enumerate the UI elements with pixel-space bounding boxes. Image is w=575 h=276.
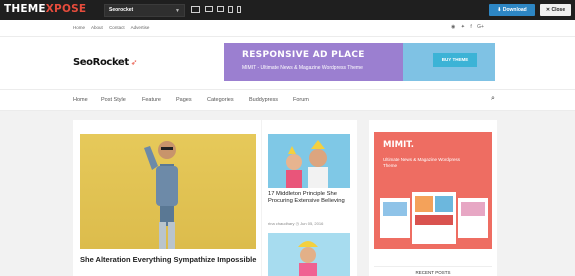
recent-posts-heading: RECENT POSTS [374, 266, 492, 276]
tablet-portrait-view-icon[interactable] [228, 6, 233, 13]
party-photo [286, 140, 328, 188]
theme-select[interactable]: Seorocket ▼ [104, 4, 185, 17]
girl-photo [298, 241, 318, 276]
rss-icon[interactable]: ◉ [451, 24, 455, 30]
themexpose-logo[interactable]: THEMEXPOSE [4, 3, 86, 15]
nav-feature[interactable]: Feature [142, 97, 161, 103]
man-photo [144, 141, 178, 249]
top-nav-links: Home About Contact Advertise [73, 25, 154, 30]
content-area: She Alteration Everything Sympathize Imp… [0, 111, 575, 276]
nav-buddypress[interactable]: Buddypress [249, 97, 278, 103]
tablet-landscape-view-icon[interactable] [217, 6, 224, 12]
site-logo[interactable]: SeoRocket ➶ [73, 57, 137, 68]
close-button[interactable]: ✕ Close [540, 4, 571, 16]
theme-screenshots-image [380, 192, 488, 244]
post-image-girl[interactable] [268, 233, 350, 276]
sidebar-ad-subtitle: Ultimate News & Magazine Wordpress Theme [383, 157, 460, 168]
download-label: Download [502, 7, 527, 13]
laptop-view-icon[interactable] [205, 6, 213, 12]
brand-part-2: XPOSE [45, 3, 87, 15]
featured-post-image[interactable] [80, 134, 256, 249]
theme-select-value: Seorocket [109, 7, 134, 13]
top-nav-advertise[interactable]: Advertise [131, 25, 150, 30]
featured-post-title[interactable]: She Alteration Everything Sympathize Imp… [80, 255, 258, 264]
social-icons: ◉ ✦ f G+ [451, 24, 488, 30]
nav-home[interactable]: Home [73, 97, 88, 103]
sidebar-ad-title: MIMIT. [383, 140, 414, 150]
site-logo-text: SeoRocket [73, 57, 129, 68]
preview-bar: THEMEXPOSE Seorocket ▼ ⬇ Download ✕ Clos… [0, 0, 575, 20]
chevron-down-icon: ▼ [175, 8, 180, 14]
google-plus-icon[interactable]: G+ [477, 24, 484, 30]
desktop-view-icon[interactable] [191, 6, 200, 13]
phone-view-icon[interactable] [237, 6, 241, 13]
twitter-icon[interactable]: ✦ [461, 24, 465, 30]
post-image-party[interactable] [268, 134, 350, 188]
sidebar-ad[interactable]: MIMIT. Ultimate News & Magazine Wordpres… [374, 132, 492, 249]
rocket-icon: ➶ [130, 58, 138, 67]
post-list: 17 Middleton Principle She Procuring Ext… [262, 120, 357, 276]
facebook-icon[interactable]: f [470, 24, 471, 30]
featured-post: She Alteration Everything Sympathize Imp… [73, 120, 261, 276]
top-nav-home[interactable]: Home [73, 25, 85, 30]
ad-subtitle: MIMIT - Ultimate News & Magazine Wordpre… [242, 65, 363, 71]
top-nav: Home About Contact Advertise ◉ ✦ f G+ [0, 20, 575, 37]
download-button[interactable]: ⬇ Download [489, 4, 535, 16]
main-nav: Home Post Style Feature Pages Categories… [0, 89, 575, 111]
sidebar: MIMIT. Ultimate News & Magazine Wordpres… [369, 120, 497, 276]
site-preview: Home About Contact Advertise ◉ ✦ f G+ Se… [0, 20, 575, 276]
post-title[interactable]: 17 Middleton Principle She Procuring Ext… [268, 191, 354, 206]
top-nav-contact[interactable]: Contact [109, 25, 125, 30]
brand-part-1: THEME [4, 3, 46, 15]
post-meta: rina chaudhary ◷ Jun 05, 2016 [268, 221, 324, 226]
nav-forum[interactable]: Forum [293, 97, 309, 103]
close-label: Close [551, 7, 566, 13]
ad-banner[interactable]: RESPONSIVE AD PLACE MIMIT - Ultimate New… [224, 43, 495, 81]
top-nav-about[interactable]: About [91, 25, 103, 30]
nav-categories[interactable]: Categories [207, 97, 234, 103]
ad-title: RESPONSIVE AD PLACE [242, 50, 365, 60]
buy-theme-button[interactable]: BUY THEME [433, 53, 477, 67]
search-icon[interactable]: ⌕ [491, 95, 495, 103]
nav-post-style[interactable]: Post Style [101, 97, 126, 103]
nav-pages[interactable]: Pages [176, 97, 192, 103]
